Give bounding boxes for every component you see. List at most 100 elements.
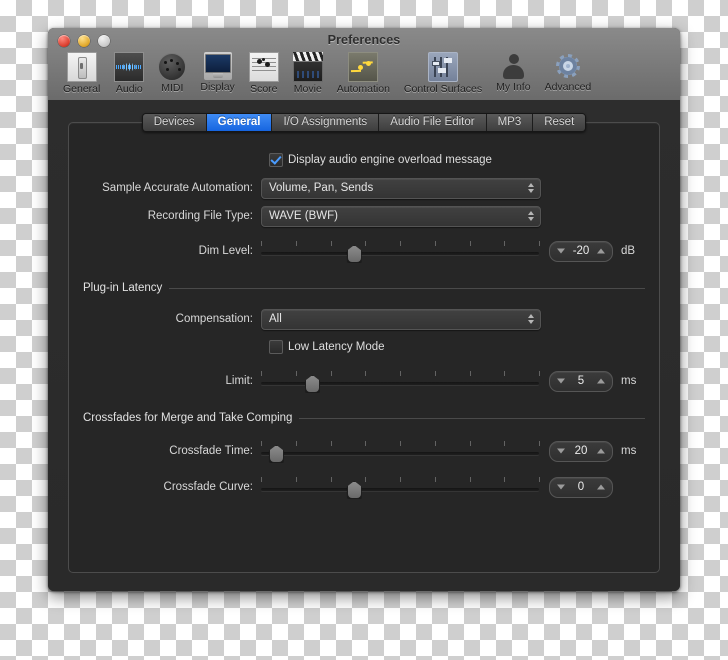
slider-thumb[interactable]: [268, 445, 284, 463]
chevron-updown-icon: [528, 211, 534, 221]
limit-slider[interactable]: [261, 370, 540, 393]
stepper-up-icon[interactable]: [597, 248, 605, 254]
chevron-updown-icon: [528, 314, 534, 324]
tab-bar: Devices General I/O Assignments Audio Fi…: [48, 113, 680, 132]
stepper-up-icon[interactable]: [597, 484, 605, 490]
toolbar-label: Audio: [115, 83, 143, 95]
slider-thumb[interactable]: [305, 375, 321, 393]
recording-file-type-label: Recording File Type:: [147, 210, 253, 222]
control-surfaces-faders-icon: [428, 52, 459, 82]
plugin-latency-group-header: Plug-in Latency: [83, 278, 645, 298]
limit-row: Limit: 5 ms: [83, 368, 645, 394]
window-titlebar[interactable]: Preferences General Audio MIDI Display S…: [48, 28, 680, 101]
tab-audio-file-editor[interactable]: Audio File Editor: [379, 114, 487, 131]
crossfade-time-row: Crossfade Time: 20 ms: [83, 438, 645, 464]
slider-ticks: [261, 441, 540, 446]
crossfade-curve-slider[interactable]: [261, 476, 540, 499]
crossfade-curve-value: 0: [577, 481, 585, 493]
toolbar-item-control-surfaces[interactable]: Control Surfaces: [397, 52, 489, 95]
limit-value: 5: [577, 375, 585, 387]
dim-level-label: Dim Level:: [198, 245, 253, 257]
general-icon: [66, 52, 97, 82]
crossfade-curve-stepper[interactable]: 0: [549, 476, 613, 498]
crossfade-curve-label: Crossfade Curve:: [163, 481, 253, 493]
toolbar-label: MIDI: [161, 82, 184, 94]
low-latency-mode-checkbox[interactable]: [269, 340, 283, 354]
stepper-down-icon[interactable]: [557, 248, 565, 254]
slider-thumb[interactable]: [346, 481, 362, 499]
slider-ticks: [261, 477, 540, 482]
tab-group: Devices General I/O Assignments Audio Fi…: [141, 113, 587, 132]
dim-level-stepper[interactable]: -20: [549, 240, 613, 262]
limit-label: Limit:: [225, 375, 253, 387]
stepper-up-icon[interactable]: [597, 448, 605, 454]
my-info-person-icon: [499, 52, 527, 80]
crossfade-time-stepper[interactable]: 20: [549, 440, 613, 462]
toolbar-item-display[interactable]: Display: [193, 52, 241, 93]
tab-general[interactable]: General: [206, 114, 273, 131]
recording-file-type-select[interactable]: WAVE (BWF): [261, 205, 541, 227]
dim-level-slider[interactable]: [261, 240, 540, 263]
crossfade-time-slider[interactable]: [261, 440, 540, 463]
stepper-down-icon[interactable]: [557, 448, 565, 454]
crossfade-time-label: Crossfade Time:: [169, 445, 253, 457]
dim-level-unit: dB: [621, 245, 636, 257]
toolbar-item-midi[interactable]: MIDI: [151, 52, 193, 94]
low-latency-mode-label: Low Latency Mode: [288, 341, 385, 353]
stepper-up-icon[interactable]: [597, 378, 605, 384]
toolbar-label: Automation: [336, 83, 390, 95]
compensation-row: Compensation: All: [83, 306, 645, 332]
crossfades-group-header: Crossfades for Merge and Take Comping: [83, 408, 645, 428]
display-overload-label: Display audio engine overload message: [288, 154, 492, 166]
select-value: Volume, Pan, Sends: [269, 182, 374, 194]
overload-checkbox-row: Display audio engine overload message: [83, 149, 645, 171]
limit-stepper[interactable]: 5: [549, 370, 613, 392]
dim-level-value: -20: [572, 245, 590, 257]
audio-waveform-icon: [114, 52, 145, 82]
toolbar-label: Control Surfaces: [403, 83, 483, 95]
compensation-select[interactable]: All: [261, 308, 541, 330]
chevron-updown-icon: [528, 183, 534, 193]
dim-level-row: Dim Level: -20 dB: [83, 238, 645, 264]
midi-port-icon: [158, 53, 187, 81]
preferences-toolbar: General Audio MIDI Display Score Movie A…: [48, 52, 680, 100]
toolbar-item-audio[interactable]: Audio: [107, 52, 151, 95]
tab-mp3[interactable]: MP3: [486, 114, 534, 131]
automation-curve-icon: [348, 52, 379, 82]
crossfade-time-value: 20: [574, 445, 588, 457]
sample-accurate-automation-select[interactable]: Volume, Pan, Sends: [261, 177, 541, 199]
toolbar-item-score[interactable]: Score: [242, 52, 286, 95]
stepper-down-icon[interactable]: [557, 378, 565, 384]
toolbar-label: My Info: [496, 81, 531, 93]
score-notes-icon: [248, 52, 279, 82]
tab-devices[interactable]: Devices: [142, 114, 207, 131]
movie-clapperboard-icon: [292, 52, 323, 82]
display-overload-checkbox[interactable]: [269, 153, 283, 167]
low-latency-mode-row: Low Latency Mode: [83, 336, 645, 358]
slider-track: [261, 382, 539, 385]
toolbar-label: Display: [200, 81, 235, 93]
slider-ticks: [261, 371, 540, 376]
crossfade-curve-row: Crossfade Curve: 0: [83, 474, 645, 500]
group-divider: [169, 287, 645, 289]
sample-accurate-automation-label: Sample Accurate Automation:: [102, 182, 253, 194]
sample-accurate-automation-row: Sample Accurate Automation: Volume, Pan,…: [83, 175, 645, 201]
toolbar-item-general[interactable]: General: [56, 52, 107, 95]
slider-track: [261, 488, 539, 491]
slider-thumb[interactable]: [346, 245, 362, 263]
tab-reset[interactable]: Reset: [533, 114, 586, 131]
toolbar-item-my-info[interactable]: My Info: [489, 52, 537, 93]
slider-track: [261, 452, 539, 455]
advanced-gear-icon: [554, 52, 582, 80]
group-divider: [299, 417, 645, 419]
toolbar-item-advanced[interactable]: Advanced: [538, 52, 599, 93]
select-value: All: [269, 313, 282, 325]
tab-io-assignments[interactable]: I/O Assignments: [272, 114, 380, 131]
toolbar-item-automation[interactable]: Automation: [330, 52, 397, 95]
settings-panel: Display audio engine overload message Sa…: [68, 122, 660, 573]
toolbar-item-movie[interactable]: Movie: [286, 52, 330, 95]
stepper-down-icon[interactable]: [557, 484, 565, 490]
recording-file-type-row: Recording File Type: WAVE (BWF): [83, 203, 645, 229]
toolbar-label: General: [63, 83, 101, 95]
toolbar-label: Movie: [293, 83, 322, 95]
